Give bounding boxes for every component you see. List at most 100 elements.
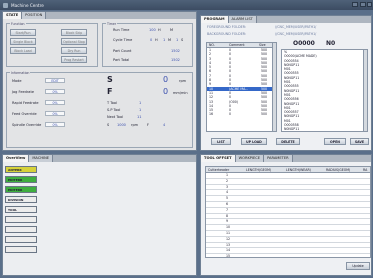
overview-tabs: OverView MACHINE	[3, 155, 196, 162]
background-folder-path: //CNC_MEM/USER/PATH1/	[275, 32, 317, 36]
program-code-lines: % O0000(ACME MADE) O000554 N0NGP11 M01 O00055…	[282, 50, 367, 132]
run-time-h-unit: H	[158, 28, 161, 32]
block-skip-button[interactable]: Block Skip	[61, 29, 87, 36]
cycle-time-s-unit: S	[181, 38, 184, 42]
close-button[interactable]	[367, 2, 372, 7]
single-block-button[interactable]: Single Block	[10, 38, 36, 45]
program-panel: PROGRAM ALARM LIST FOREGROUND FOLDER: //…	[200, 15, 372, 151]
tab-workpiece[interactable]: WORKPIECE	[235, 155, 265, 162]
part-total-value: 1502	[171, 58, 180, 62]
minimize-button[interactable]	[352, 2, 358, 7]
cycle-time-m: 1	[163, 38, 166, 42]
tab-program[interactable]: PROGRAM	[201, 16, 229, 23]
state-tabs: STATE POSITION	[3, 12, 196, 19]
program-list-scrollbar[interactable]	[272, 43, 276, 131]
upload-button[interactable]: UP LOAD	[241, 138, 267, 145]
cycle-time-m-unit: M	[168, 38, 172, 42]
foreground-folder-path: //CNC_MEM/USER/PATH1/	[275, 25, 317, 29]
window-title: Machine Centre	[11, 2, 44, 8]
status-indicator	[5, 246, 37, 253]
sp-tool-value: 1	[139, 108, 142, 112]
prog-restart-button[interactable]: Prog Restart	[61, 56, 87, 63]
next-tool-value: 11	[137, 115, 142, 119]
code-line: N0NGP11	[284, 127, 300, 132]
bottom-f-label: F	[147, 123, 150, 127]
run-time-label: Run Time	[113, 28, 130, 32]
optional-stop-button[interactable]: Optional Stop	[61, 38, 87, 45]
foreground-folder-label: FOREGROUND FOLDER:	[207, 25, 247, 29]
dry-run-button[interactable]: Dry Run	[61, 47, 87, 54]
spindle-s-value: 0	[163, 75, 169, 84]
tab-alarm-list[interactable]: ALARM LIST	[228, 16, 257, 23]
timer-group: Timer Run Time 100 H M Cycle Time 0 H 1 …	[102, 22, 193, 67]
part-count-value: 1502	[171, 49, 180, 53]
block-load-button[interactable]: Block Load	[10, 47, 36, 54]
open-button[interactable]: OPEN	[324, 138, 346, 145]
update-button[interactable]: Update	[346, 262, 370, 270]
tab-parameter[interactable]: PARAMETER	[264, 155, 293, 162]
title-bar: Machine Centre	[0, 0, 373, 10]
jog-feedrate-value: 0%	[45, 89, 65, 94]
current-program-number: O0000	[293, 40, 315, 47]
tab-machine[interactable]: MACHINE	[29, 155, 54, 162]
program-size-cell: 500	[261, 112, 268, 117]
state-panel: STATE POSITION Function Start/Run Block …	[2, 11, 197, 151]
status-indicator	[5, 226, 37, 233]
rapid-feedrate-label: Rapid Feedrate	[12, 101, 39, 105]
delete-button[interactable]: DELETE	[276, 138, 300, 145]
run-time-m-unit: M	[170, 28, 174, 32]
part-count-label: Part Count	[113, 49, 132, 53]
program-no-cell: 16	[209, 112, 214, 117]
tool-offset-row[interactable]: 15	[206, 254, 370, 258]
status-indicator	[5, 236, 37, 243]
program-tabs: PROGRAM ALARM LIST	[201, 16, 371, 23]
code-view-scrollbar[interactable]	[363, 50, 367, 131]
status-indicator: DIVISION	[5, 196, 37, 203]
maximize-button[interactable]	[360, 2, 366, 7]
program-comment-cell: 0	[229, 112, 232, 117]
rapid-feedrate-value: 0%	[45, 100, 65, 105]
feed-f-value: 0	[163, 87, 169, 96]
bottom-rpm-unit: rpm	[131, 123, 139, 127]
tab-tool-offset[interactable]: TOOL OFFSET	[201, 155, 236, 162]
function-group: Function Start/Run Block Skip Single Blo…	[6, 22, 98, 67]
background-folder-label: BACKGROUND FOLDER:	[207, 32, 247, 36]
bottom-s-label: S	[107, 123, 110, 127]
function-group-title: Function	[10, 22, 26, 26]
program-file-list[interactable]: NO. Comment Size 1 0 500 2 0 500 3 0 500 4 0 500 5 0 5…	[206, 42, 277, 132]
status-indicator: ANYERR	[5, 166, 37, 173]
program-list-row[interactable]: 16 0 500	[207, 112, 276, 116]
tab-position[interactable]: POSITION	[22, 12, 47, 19]
list-button[interactable]: LIST	[211, 138, 231, 145]
save-button[interactable]: SAVE	[350, 138, 369, 145]
tool-offset-row-number: 15	[226, 254, 231, 258]
tab-overview[interactable]: OverView	[3, 155, 30, 162]
jog-feedrate-label: Jog Feedrate	[12, 90, 34, 94]
status-indicator: EDITERR	[5, 176, 37, 183]
cycle-time-s: 1	[176, 38, 179, 42]
tool-offset-rows: 1 2 3 4 5 6 7 8 9 10 11 12 13 14 15	[206, 173, 370, 258]
spindle-override-label: Spindle Override	[12, 123, 42, 127]
app-logo-icon	[3, 2, 8, 8]
start-run-button[interactable]: Start/Run	[10, 29, 36, 36]
t-tool-value: 1	[139, 101, 142, 105]
cycle-time-label: Cycle Time	[113, 38, 133, 42]
tab-state[interactable]: STATE	[3, 12, 23, 19]
program-list-rows: 1 0 500 2 0 500 3 0 500 4 0 500 5 0 500 6 0 500 7 0 500 8 0 500…	[207, 48, 276, 117]
spindle-s-label: S	[107, 75, 113, 84]
feed-f-label: F	[107, 87, 113, 96]
spindle-override-value: 0%	[45, 122, 65, 127]
spindle-s-unit: rpm	[179, 79, 187, 83]
status-indicator: TOOL	[5, 206, 37, 213]
information-group: Information Mode EDIT Jog Feedrate 0% Ra…	[6, 71, 193, 148]
tool-offset-table[interactable]: Cutterheader LENGTH(GEOM) LENGTH(WEAR) R…	[205, 166, 371, 258]
cycle-time-h-unit: H	[155, 38, 158, 42]
next-tool-label: Next Tool	[107, 115, 124, 119]
status-indicator: EDITERR	[5, 186, 37, 193]
bottom-s-value: 1000	[117, 123, 126, 127]
timer-group-title: Timer	[106, 22, 118, 26]
program-code-view[interactable]: % O0000(ACME MADE) O000554 N0NGP11 M01 O00055…	[281, 49, 368, 132]
run-time-value: 100	[149, 28, 156, 32]
information-group-title: Information	[10, 71, 31, 75]
bottom-f-value: 4	[163, 123, 166, 127]
